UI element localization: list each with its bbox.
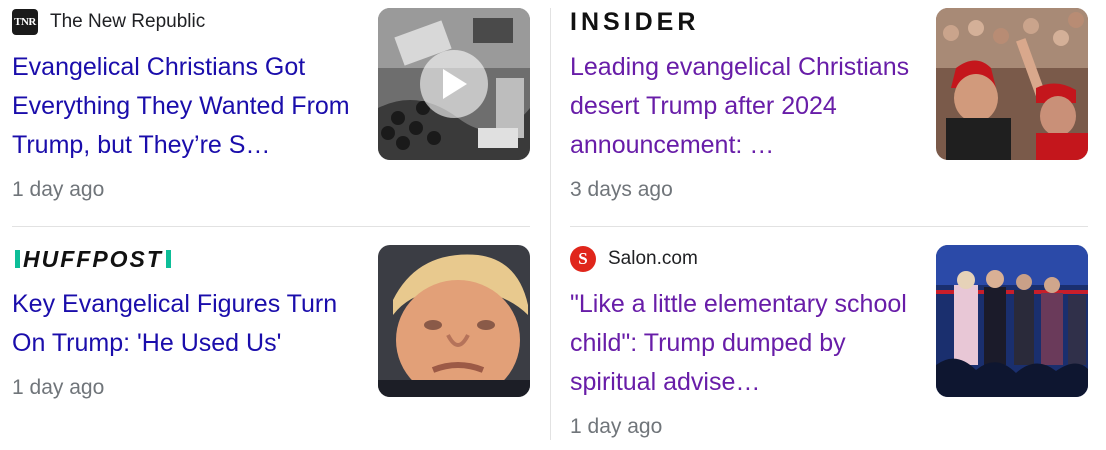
- crowd-thumbnail[interactable]: [936, 8, 1088, 160]
- insider-logo: INSIDER: [570, 7, 700, 36]
- column-divider: [550, 8, 551, 440]
- news-card[interactable]: TNR The New Republic Evangelical Christi…: [12, 8, 362, 202]
- huffpost-bar-icon: [15, 250, 20, 268]
- stage-image: [936, 245, 1088, 397]
- salon-logo-icon: S: [570, 246, 596, 272]
- source-name: Salon.com: [608, 248, 698, 269]
- headline-link[interactable]: Key Evangelical Figures Turn On Trump: '…: [12, 285, 362, 363]
- portrait-thumbnail[interactable]: [378, 245, 530, 397]
- crowd-image: [936, 8, 1088, 160]
- news-grid: TNR The New Republic Evangelical Christi…: [0, 0, 1106, 450]
- huffpost-bar-icon: [165, 250, 171, 268]
- tnr-logo-icon: TNR: [12, 9, 38, 35]
- timestamp: 1 day ago: [12, 178, 105, 201]
- news-source: HUFFPOST: [12, 245, 362, 273]
- row-divider-right: [570, 226, 1088, 227]
- play-icon: [443, 69, 467, 99]
- headline-link[interactable]: Leading evangelical Christians desert Tr…: [570, 48, 920, 165]
- headline-link[interactable]: Evangelical Christians Got Everything Th…: [12, 48, 362, 165]
- news-source: INSIDER: [570, 8, 920, 36]
- timestamp: 1 day ago: [570, 415, 663, 438]
- row-divider-left: [12, 226, 530, 227]
- news-card[interactable]: HUFFPOST Key Evangelical Figures Turn On…: [12, 245, 362, 400]
- source-name: HUFFPOST: [23, 245, 163, 272]
- news-source: S Salon.com: [570, 245, 920, 273]
- timestamp: 1 day ago: [12, 376, 105, 399]
- news-card[interactable]: INSIDER Leading evangelical Christians d…: [570, 8, 920, 202]
- headline-link[interactable]: "Like a little elementary school child":…: [570, 285, 920, 402]
- news-source: TNR The New Republic: [12, 8, 362, 36]
- huffpost-logo: HUFFPOST: [12, 246, 174, 273]
- news-card[interactable]: S Salon.com "Like a little elementary sc…: [570, 245, 920, 439]
- stage-thumbnail[interactable]: [936, 245, 1088, 397]
- play-button[interactable]: [420, 50, 488, 118]
- timestamp: 3 days ago: [570, 178, 673, 201]
- video-thumbnail[interactable]: [378, 8, 530, 160]
- portrait-image: [378, 245, 530, 397]
- source-name: The New Republic: [50, 11, 206, 32]
